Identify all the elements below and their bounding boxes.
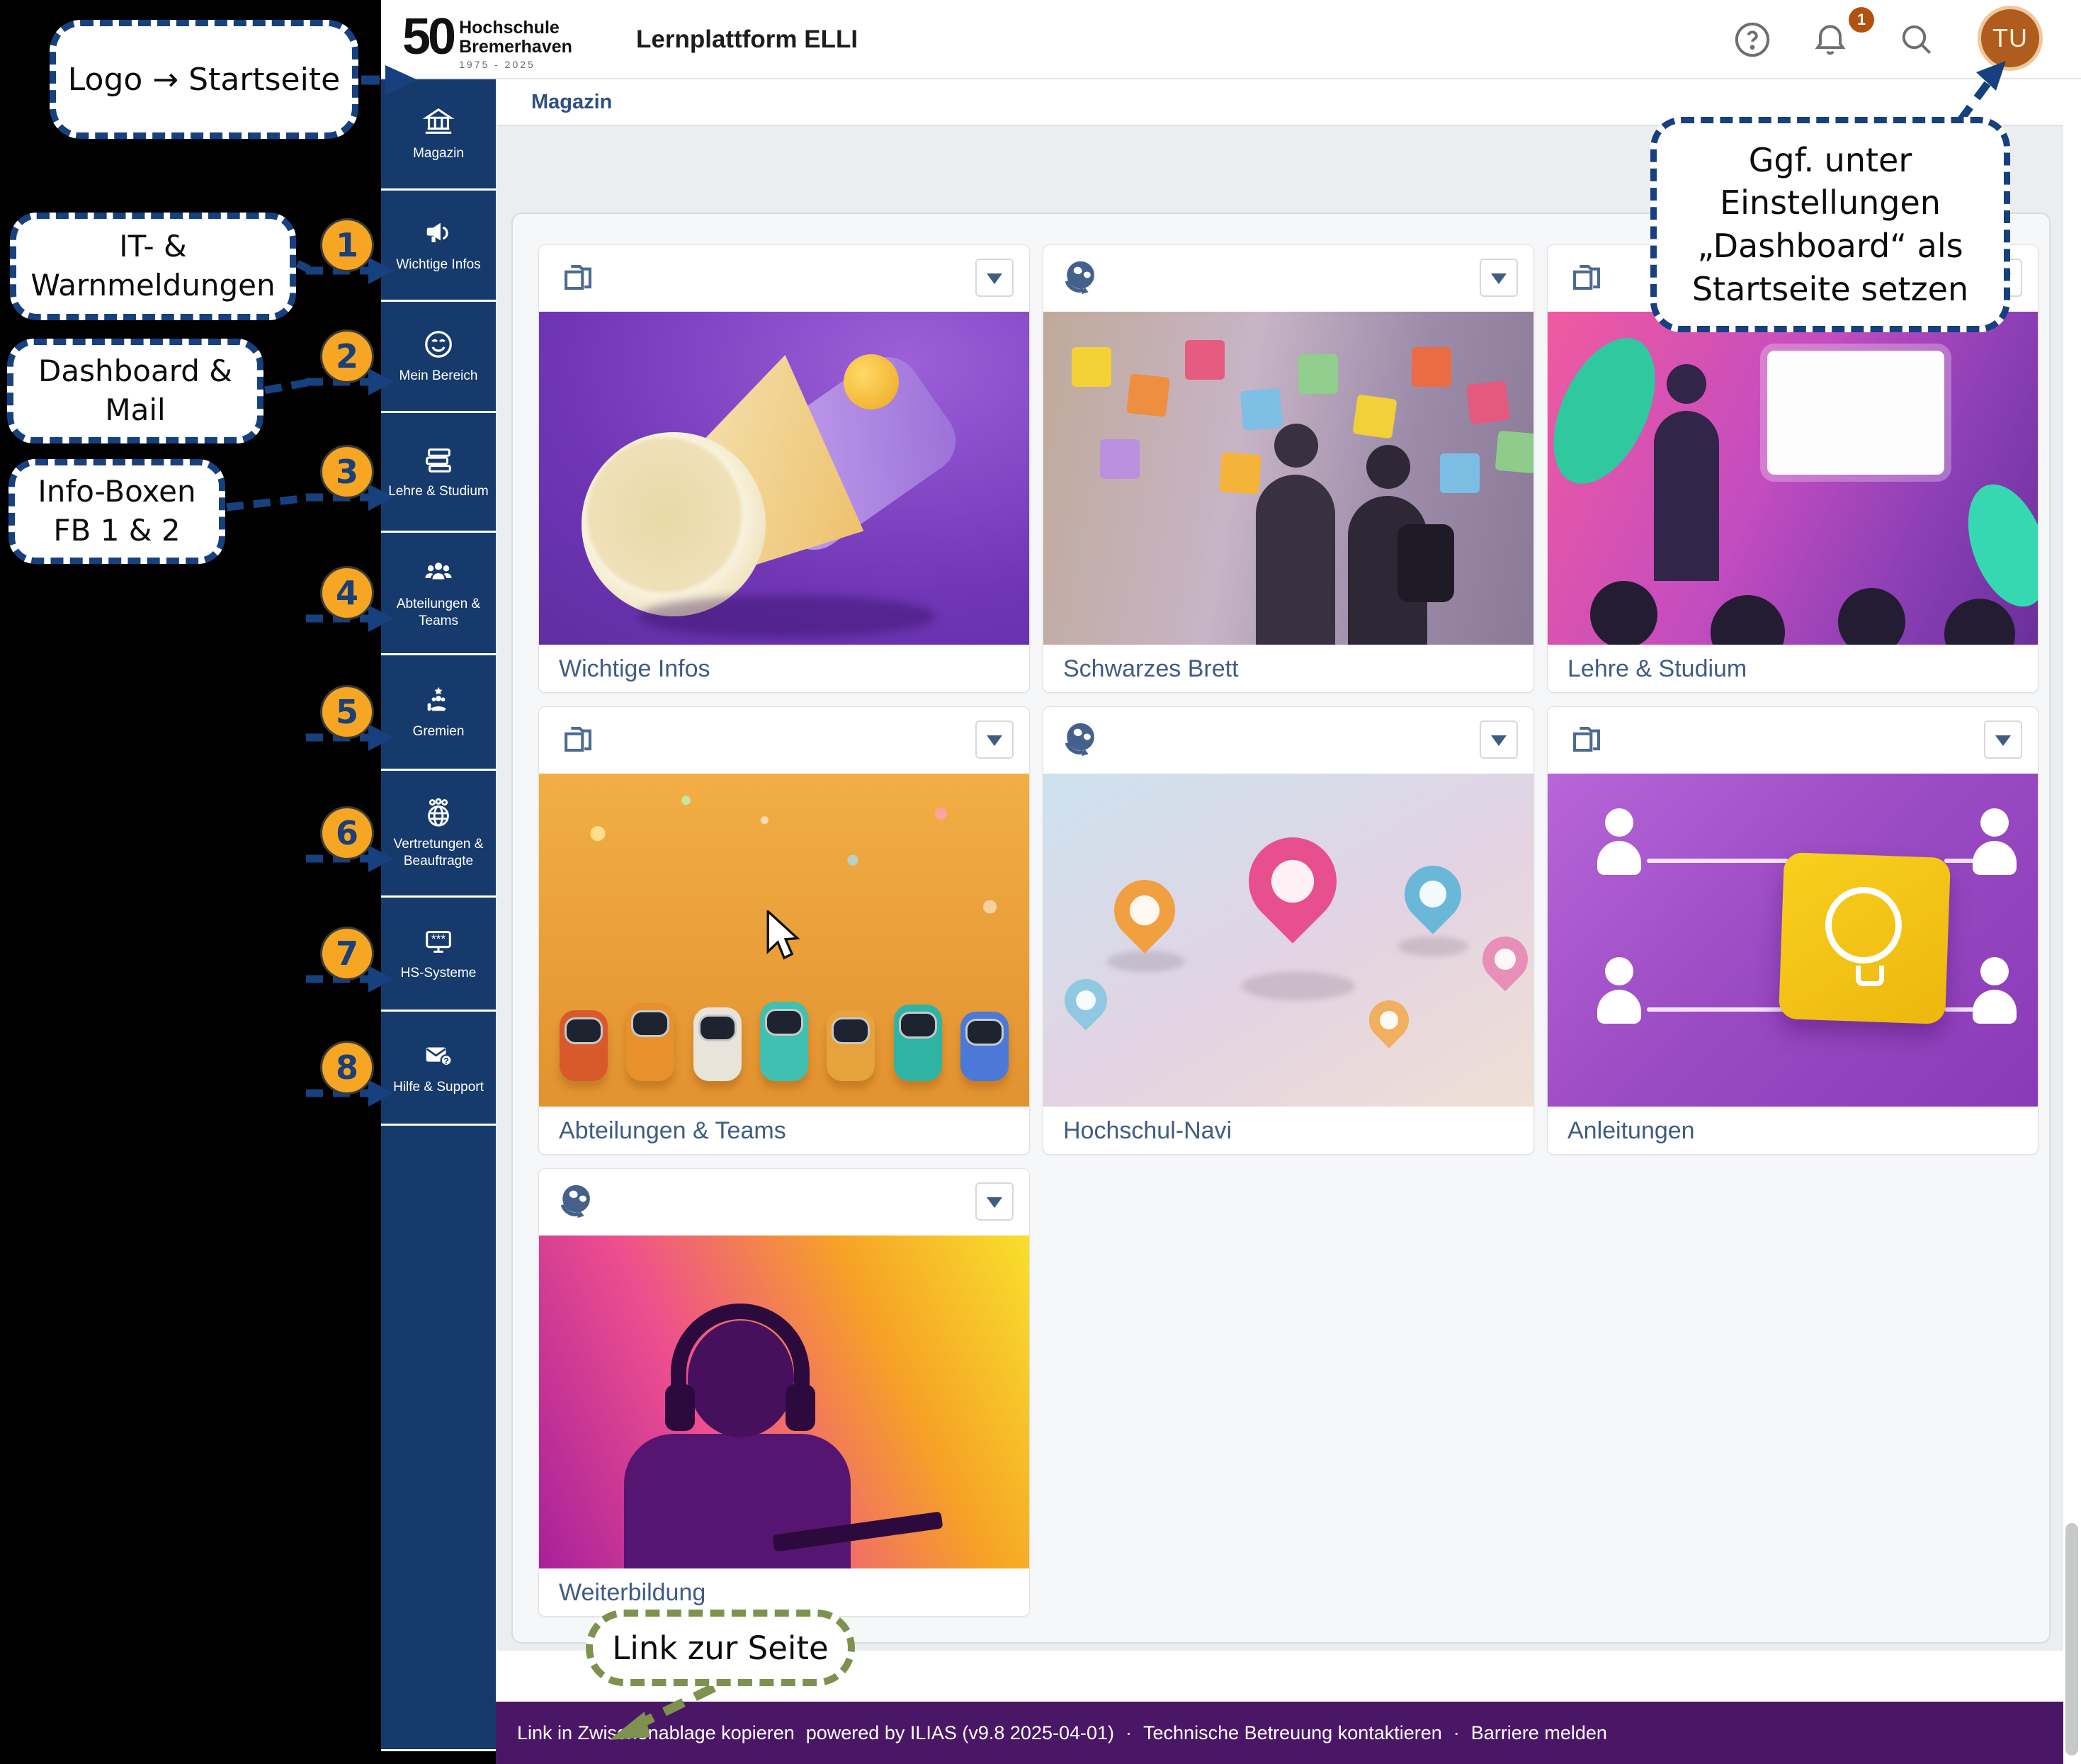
sidebar-item-gremien[interactable]: Gremien	[381, 655, 496, 769]
card-actions-dropdown[interactable]	[975, 259, 1014, 297]
sidebar-item-mein-bereich[interactable]: Mein Bereich	[381, 302, 496, 411]
committee-icon	[422, 684, 455, 716]
scrollbar-thumb[interactable]	[2065, 1523, 2078, 1755]
breadcrumb-magazin-link[interactable]: Magazin	[531, 79, 612, 125]
annotation-number-5: 5	[320, 685, 374, 739]
annotation-number-7: 7	[320, 927, 374, 980]
annotation-settings-callout: Ggf. unter Einstellungen „Dashboard“ als…	[1650, 117, 2010, 332]
sidebar-item-hilfe-support[interactable]: ? Hilfe & Support	[381, 1012, 496, 1124]
silhouette-person	[1256, 475, 1335, 645]
presenter-silhouette	[1654, 411, 1719, 581]
card-actions-dropdown[interactable]	[1480, 720, 1518, 759]
card-schwarzes-brett: Schwarzes Brett	[1043, 244, 1534, 693]
card-image-presentation[interactable]	[1548, 312, 2038, 645]
card-image-lightbulb-network[interactable]	[1548, 774, 2038, 1107]
card-title[interactable]: Anleitungen	[1548, 1107, 2038, 1155]
notification-badge: 1	[1849, 7, 1874, 33]
sidebar-item-vertretungen-beauftragte[interactable]: Vertretungen & Beauftragte	[381, 771, 496, 895]
svg-text:***: ***	[431, 932, 446, 946]
megaphone-icon	[422, 217, 455, 249]
folder-icon	[557, 720, 599, 761]
sidebar-filler	[381, 1126, 496, 1749]
annotation-number-1: 1	[320, 218, 374, 272]
app-header: 50 Hochschule Bremerhaven 1975 - 2025 Le…	[381, 0, 2081, 79]
card-actions-dropdown[interactable]	[975, 1182, 1014, 1221]
footer-report-barrier-link[interactable]: Barriere melden	[1471, 1722, 1607, 1744]
card-image-megaphone[interactable]	[539, 312, 1029, 645]
annotation-logo-callout: Logo → Startseite	[50, 20, 358, 139]
logo-hochschule-bremerhaven[interactable]: 50 Hochschule Bremerhaven 1975 - 2025	[402, 7, 572, 70]
footer-powered-by: powered by ILIAS (v9.8 2025-04-01)	[806, 1722, 1114, 1744]
annotation-label-it-warnmeldungen: IT- & Warnmeldungen	[10, 213, 296, 320]
card-hochschul-navi: Hochschul-Navi	[1043, 706, 1534, 1155]
card-abteilungen-teams: Abteilungen & Teams	[538, 706, 1030, 1155]
globe-people-icon	[422, 796, 455, 829]
sidebar-item-magazin[interactable]: Magazin	[381, 79, 496, 188]
lightbulb-icon	[1825, 887, 1902, 963]
page-title: Lernplattform ELLI	[636, 0, 858, 79]
scrollbar-track	[2063, 0, 2081, 1764]
weblink-icon	[557, 1182, 599, 1223]
weblink-icon	[1062, 720, 1103, 761]
logo-50-mark: 50	[402, 7, 453, 67]
folder-icon	[1566, 720, 1607, 761]
folder-icon	[1566, 258, 1607, 299]
bank-icon	[422, 106, 455, 138]
card-title[interactable]: Schwarzes Brett	[1043, 645, 1533, 693]
monitor-icon: ***	[422, 925, 455, 958]
sidebar-item-wichtige-infos[interactable]: Wichtige Infos	[381, 191, 496, 300]
annotation-number-4: 4	[320, 566, 374, 620]
whiteboard	[1767, 351, 1944, 475]
card-actions-dropdown[interactable]	[1984, 720, 2022, 759]
card-actions-dropdown[interactable]	[975, 720, 1014, 759]
card-weiterbildung: Weiterbildung	[538, 1168, 1030, 1617]
card-wichtige-infos: Wichtige Infos	[538, 244, 1030, 693]
annotation-number-6: 6	[320, 806, 374, 860]
card-actions-dropdown[interactable]	[1480, 259, 1518, 297]
annotation-link-callout: Link zur Seite	[586, 1610, 855, 1686]
avatar[interactable]: TU	[1978, 6, 2043, 71]
card-image-headphones-learner[interactable]	[539, 1236, 1029, 1568]
sidebar-item-hs-systeme[interactable]: *** HS-Systeme	[381, 898, 496, 1010]
card-image-robots[interactable]	[539, 774, 1029, 1107]
search-icon[interactable]	[1897, 20, 1937, 60]
footer-separator: ·	[1125, 1722, 1132, 1744]
mail-question-icon: ?	[422, 1039, 455, 1072]
card-image-pinboard[interactable]	[1043, 312, 1533, 645]
card-title[interactable]: Lehre & Studium	[1548, 645, 2038, 693]
people-icon	[422, 556, 455, 589]
help-icon[interactable]	[1733, 20, 1772, 60]
footer-bar: Link in Zwischenablage kopieren powered …	[496, 1702, 2063, 1764]
sidebar-item-lehre-studium[interactable]: Lehre & Studium	[381, 413, 496, 531]
annotation-number-3: 3	[320, 445, 374, 499]
svg-text:?: ?	[443, 1056, 449, 1066]
notifications-bell-icon[interactable]	[1810, 20, 1850, 60]
card-deck-panel: Wichtige Infos Schwarzes Brett	[511, 213, 2051, 1644]
card-title[interactable]: Hochschul-Navi	[1043, 1107, 1533, 1155]
footer-copy-link[interactable]: Link in Zwischenablage kopieren	[517, 1722, 795, 1744]
folder-icon	[557, 258, 599, 299]
books-icon	[422, 443, 455, 476]
card-title[interactable]: Wichtige Infos	[539, 645, 1029, 693]
logo-text: Hochschule Bremerhaven 1975 - 2025	[459, 7, 572, 70]
card-image-map-pins[interactable]	[1043, 774, 1533, 1107]
mouse-cursor	[766, 910, 800, 961]
smiley-icon	[422, 328, 455, 361]
annotation-label-infoboxen: Info-Boxen FB 1 & 2	[8, 459, 225, 564]
weblink-icon	[1062, 258, 1103, 299]
sidebar-item-abteilungen-teams[interactable]: Abteilungen & Teams	[381, 533, 496, 653]
card-anleitungen: Anleitungen	[1547, 706, 2039, 1155]
footer-separator: ·	[1453, 1722, 1460, 1744]
annotation-number-2: 2	[320, 329, 374, 383]
footer-support-link[interactable]: Technische Betreuung kontaktieren	[1143, 1722, 1442, 1744]
annotation-number-8: 8	[320, 1041, 374, 1095]
annotation-label-dashboard-mail: Dashboard & Mail	[7, 339, 263, 443]
sidebar-nav: Magazin Wichtige Infos Mein Bereich Lehr…	[381, 79, 496, 1751]
card-title[interactable]: Abteilungen & Teams	[539, 1107, 1029, 1155]
